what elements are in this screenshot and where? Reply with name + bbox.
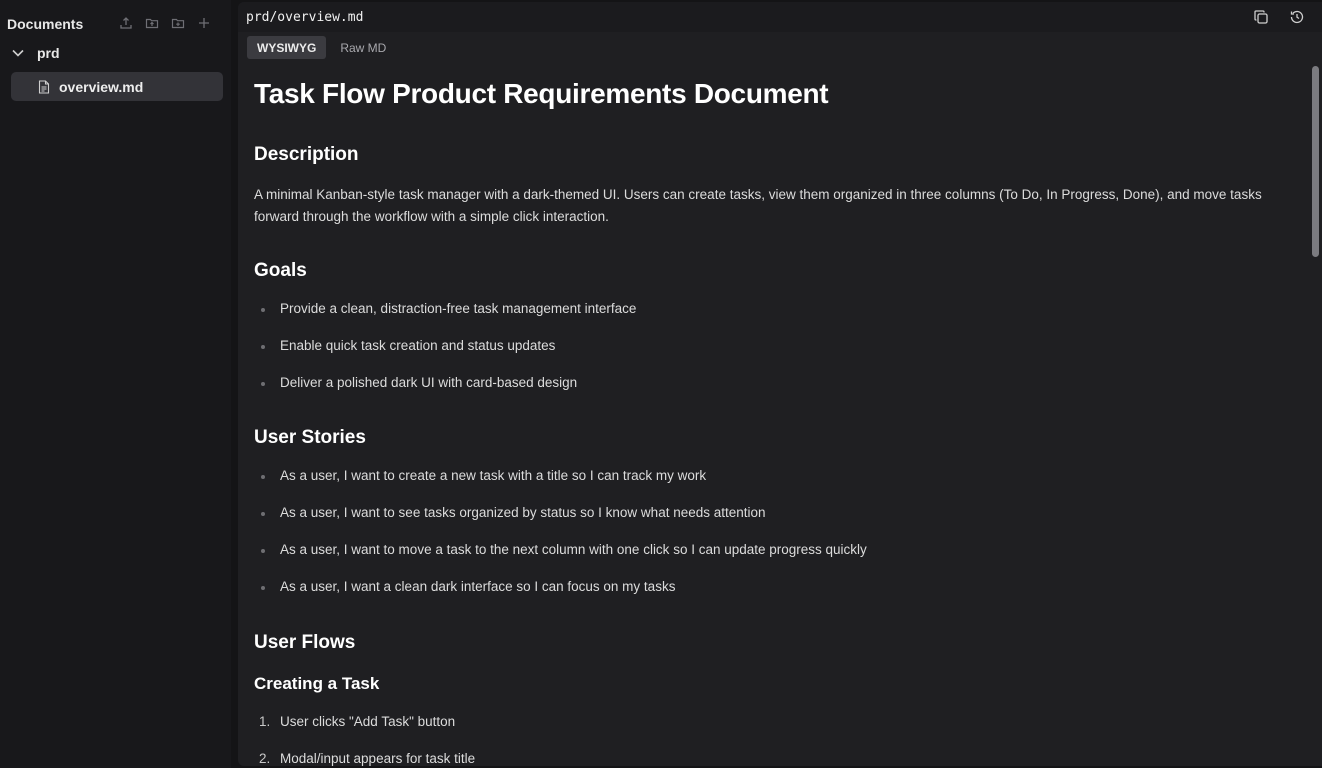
list-item: Modal/input appears for task title — [280, 751, 476, 766]
history-button[interactable] — [1288, 8, 1306, 26]
file-path: prd/overview.md — [246, 10, 364, 25]
sidebar-actions — [116, 13, 214, 33]
description-paragraph: A minimal Kanban-style task manager with… — [254, 187, 1262, 224]
new-file-button[interactable] — [194, 13, 214, 33]
vertical-scrollbar[interactable] — [1308, 64, 1322, 766]
list-number: 1. — [259, 714, 271, 729]
list-item: As a user, I want to see tasks organized… — [280, 505, 766, 520]
list-number: 2. — [259, 751, 271, 766]
heading-creating-a-task: Creating a Task — [254, 674, 380, 693]
list-item: As a user, I want to move a task to the … — [280, 542, 867, 557]
chevron-down-icon[interactable] — [8, 43, 28, 63]
editor-panel: prd/overview.md WYSIWYG Raw MD Task Flow… — [238, 2, 1322, 766]
tab-wysiwyg[interactable]: WYSIWYG — [247, 36, 327, 59]
heading-description: Description — [254, 144, 359, 165]
list-item: User clicks "Add Task" button — [280, 714, 456, 729]
tree-file-overview[interactable]: overview.md — [11, 72, 223, 101]
copy-button[interactable] — [1252, 8, 1270, 26]
scrollbar-thumb[interactable] — [1312, 66, 1319, 257]
new-folder-icon — [171, 18, 185, 29]
view-mode-tabs: WYSIWYG Raw MD — [247, 36, 396, 59]
heading-goals: Goals — [254, 260, 307, 281]
list-bullet — [261, 475, 265, 479]
list-bullet — [261, 586, 265, 590]
list-item: Provide a clean, distraction-free task m… — [280, 301, 637, 316]
plus-icon — [199, 18, 209, 28]
list-bullet — [261, 345, 265, 349]
list-bullet — [261, 382, 265, 386]
file-label: overview.md — [59, 78, 144, 95]
document-content[interactable]: Task Flow Product Requirements Document … — [254, 60, 1304, 766]
file-icon — [37, 79, 51, 95]
document-title: Task Flow Product Requirements Document — [254, 78, 829, 109]
list-item: Enable quick task creation and status up… — [280, 338, 556, 353]
list-bullet — [261, 549, 265, 553]
history-icon — [1290, 10, 1304, 24]
app-window: Documents prd overview.md prd/overview.m… — [0, 0, 1322, 768]
list-item: Deliver a polished dark UI with card-bas… — [280, 375, 578, 390]
list-bullet — [261, 308, 265, 312]
sidebar-title: Documents — [7, 16, 84, 32]
list-item: As a user, I want a clean dark interface… — [280, 579, 676, 594]
copy-icon — [1254, 10, 1268, 24]
folder-label: prd — [37, 45, 60, 61]
list-item: As a user, I want to create a new task w… — [280, 468, 707, 483]
upload-button[interactable] — [116, 13, 136, 33]
folder-upload-button[interactable] — [142, 13, 162, 33]
sidebar: Documents prd overview.md — [0, 0, 231, 768]
heading-user-stories: User Stories — [254, 427, 366, 448]
upload-icon — [120, 17, 132, 29]
tree-folder-prd[interactable]: prd — [8, 42, 223, 64]
folder-upload-icon — [145, 18, 159, 29]
sidebar-header: Documents — [0, 0, 231, 46]
list-bullet — [261, 512, 265, 516]
editor-topbar: prd/overview.md — [238, 2, 1322, 32]
new-folder-button[interactable] — [168, 13, 188, 33]
tab-raw-md[interactable]: Raw MD — [330, 36, 396, 59]
heading-user-flows: User Flows — [254, 632, 356, 653]
